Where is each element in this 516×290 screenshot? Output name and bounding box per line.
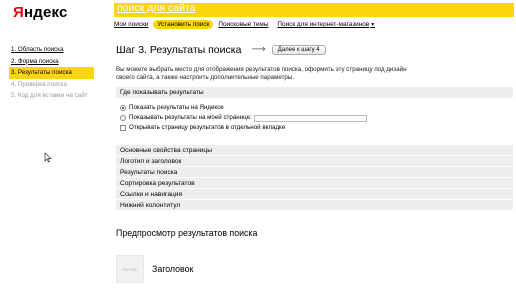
step-4: 4. Проверка поиска (11, 80, 67, 88)
logo-placeholder: Логотип (116, 255, 144, 283)
acc-logo-title[interactable]: Логотип и заголовок (116, 156, 513, 167)
mouse-cursor-icon (44, 152, 52, 163)
preview-title: Предпросмотр результатов поиска (116, 228, 258, 238)
radio-mypage[interactable] (120, 115, 126, 121)
acc-links-navigation[interactable]: Ссылки и навигация (116, 189, 513, 200)
yandex-logo[interactable]: Яндекс (13, 4, 68, 21)
placement-options: Показать результаты на Яндексе Показыват… (116, 98, 513, 136)
settings-accordion: Основные свойства страницы Логотип и заг… (116, 145, 513, 211)
option-yandex-row[interactable]: Показать результаты на Яндексе (120, 103, 509, 113)
option-mypage-label: Показывать результаты на моей странице: (129, 114, 252, 121)
acc-footer[interactable]: Нижний колонтитул (116, 200, 513, 211)
option-newtab-row[interactable]: Открывать страницу результатов в отдельн… (120, 123, 509, 133)
step-2[interactable]: 2. Форма поиска (9, 56, 94, 68)
radio-yandex[interactable] (120, 105, 126, 111)
step-3-current: 3. Результаты поиска (9, 67, 94, 79)
step-1[interactable]: 1. Область поиска (9, 44, 94, 56)
arrow-right-icon: ⟶ (251, 44, 266, 56)
next-step-button[interactable]: Далее к шагу 4 (271, 44, 326, 55)
service-title-link[interactable]: поиск для сайта (117, 2, 196, 14)
wizard-steps: 1. Область поиска 2. Форма поиска 3. Рез… (9, 44, 94, 102)
preview-area: Логотип Заголовок (116, 255, 513, 283)
option-newtab-label: Открывать страницу результатов в отдельн… (129, 124, 286, 131)
preview-heading: Заголовок (152, 264, 194, 274)
logo-text: ндекс (23, 4, 68, 21)
option-yandex-label: Показать результаты на Яндексе (129, 104, 224, 111)
acc-sorting[interactable]: Сортировка результатов (116, 178, 513, 189)
newtab-checkbox[interactable] (120, 125, 126, 131)
intro-text: Вы можете выбрать место для отображения … (116, 66, 407, 81)
nav-shop-search-label: Поиск для интернет-магазинов (277, 21, 370, 28)
nav-my-searches[interactable]: Мои поиски (114, 21, 148, 28)
logo-letter: Я (13, 4, 24, 21)
step-2-link[interactable]: 2. Форма поиска (11, 58, 59, 65)
nav-search-themes[interactable]: Поисковые темы (218, 21, 268, 28)
page-title: Шаг 3. Результаты поиска (116, 43, 242, 56)
main-content: Шаг 3. Результаты поиска ⟶ Далее к шагу 4 … (116, 41, 513, 283)
step-1-link[interactable]: 1. Область поиска (11, 46, 64, 53)
dropdown-arrow-icon: ▼ (370, 22, 376, 28)
placement-section-header[interactable]: Где показывать результаты (116, 87, 513, 98)
step-header: Шаг 3. Результаты поиска ⟶ Далее к шагу 4 (116, 41, 513, 59)
nav-install-search[interactable]: Установить поиск (153, 20, 214, 29)
step-5: 5. Код для вставки на сайт (11, 92, 88, 99)
acc-page-properties[interactable]: Основные свойства страницы (116, 145, 513, 156)
top-nav: Мои поиски Установить поиск Поисковые те… (114, 20, 384, 29)
option-mypage-row[interactable]: Показывать результаты на моей странице: (120, 113, 509, 123)
nav-shop-search[interactable]: Поиск для интернет-магазинов▼ (277, 21, 375, 28)
acc-search-results[interactable]: Результаты поиска (116, 167, 513, 178)
mypage-url-input[interactable] (253, 114, 367, 122)
